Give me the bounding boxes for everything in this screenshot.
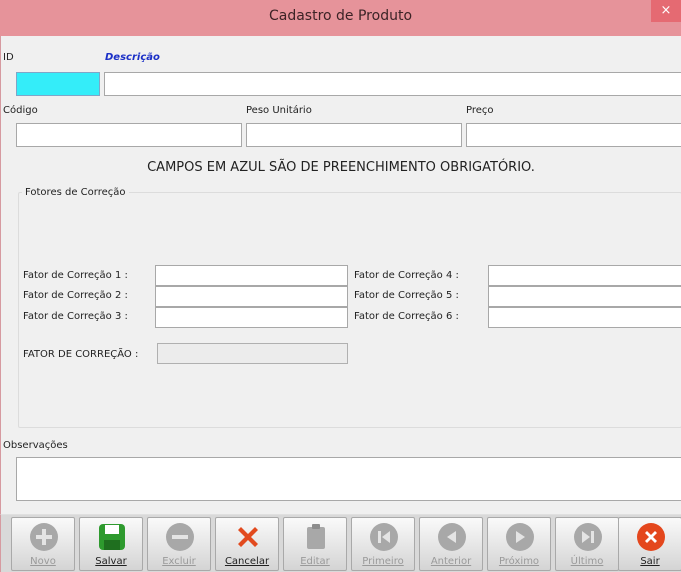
fator1-label: Fator de Correção 1 : [23, 270, 128, 281]
fator-total-label: FATOR DE CORREÇÃO : [23, 349, 139, 360]
editar-label: Editar [300, 556, 330, 567]
peso-field[interactable] [246, 123, 462, 147]
exit-icon [637, 523, 665, 551]
fator5-field[interactable] [488, 286, 681, 307]
fator3-field[interactable] [155, 307, 348, 328]
plus-circle-icon [30, 523, 58, 551]
fator5-label: Fator de Correção 5 : [354, 290, 459, 301]
fator2-label: Fator de Correção 2 : [23, 290, 128, 301]
close-button[interactable]: × [651, 0, 681, 22]
anterior-label: Anterior [430, 556, 472, 567]
anterior-button[interactable]: Anterior [419, 517, 483, 571]
preco-field[interactable] [466, 123, 681, 147]
proximo-button[interactable]: Próximo [487, 517, 551, 571]
preco-label: Preço [466, 105, 494, 116]
codigo-field[interactable] [16, 123, 242, 147]
primeiro-button[interactable]: Primeiro [351, 517, 415, 571]
form-body: ID Descrição Código Peso Unitário Preço … [0, 36, 681, 514]
novo-button[interactable]: Novo [11, 517, 75, 571]
skip-last-icon [574, 523, 602, 551]
clipboard-icon [307, 524, 325, 549]
fator6-field[interactable] [488, 307, 681, 328]
excluir-label: Excluir [162, 556, 196, 567]
toolbar: Novo Salvar Excluir Cancelar Editar Prim… [0, 514, 681, 572]
sair-button[interactable]: Sair [618, 517, 681, 571]
editar-button[interactable]: Editar [283, 517, 347, 571]
descricao-field[interactable] [104, 72, 681, 96]
skip-first-icon [370, 523, 398, 551]
sair-label: Sair [640, 556, 660, 567]
fator6-label: Fator de Correção 6 : [354, 311, 459, 322]
novo-label: Novo [30, 556, 56, 567]
primeiro-label: Primeiro [362, 556, 404, 567]
window-title: Cadastro de Produto [268, 8, 413, 24]
title-bar: Cadastro de Produto × [0, 0, 681, 36]
correction-group-title: Fotores de Correção [22, 187, 129, 198]
observacoes-label: Observações [3, 440, 68, 451]
id-field[interactable] [16, 72, 100, 96]
cancelar-label: Cancelar [224, 556, 270, 567]
id-label: ID [3, 52, 14, 63]
ultimo-label: Último [570, 556, 604, 567]
salvar-label: Salvar [95, 556, 127, 567]
next-icon [506, 523, 534, 551]
fator4-field[interactable] [488, 265, 681, 286]
previous-icon [438, 523, 466, 551]
minus-circle-icon [166, 523, 194, 551]
proximo-label: Próximo [498, 556, 540, 567]
fator3-label: Fator de Correção 3 : [23, 311, 128, 322]
fator1-field[interactable] [155, 265, 348, 286]
required-notice: CAMPOS EM AZUL SÃO DE PREENCHIMENTO OBRI… [147, 160, 535, 175]
fator2-field[interactable] [155, 286, 348, 307]
peso-label: Peso Unitário [246, 105, 312, 116]
descricao-label: Descrição [105, 52, 160, 63]
fator-total-field [157, 343, 348, 364]
fator4-label: Fator de Correção 4 : [354, 270, 459, 281]
observacoes-field[interactable] [16, 457, 681, 501]
red-x-icon [238, 527, 258, 547]
floppy-disk-icon [99, 524, 125, 550]
codigo-label: Código [3, 105, 38, 116]
ultimo-button[interactable]: Último [555, 517, 619, 571]
salvar-button[interactable]: Salvar [79, 517, 143, 571]
excluir-button[interactable]: Excluir [147, 517, 211, 571]
cancelar-button[interactable]: Cancelar [215, 517, 279, 571]
